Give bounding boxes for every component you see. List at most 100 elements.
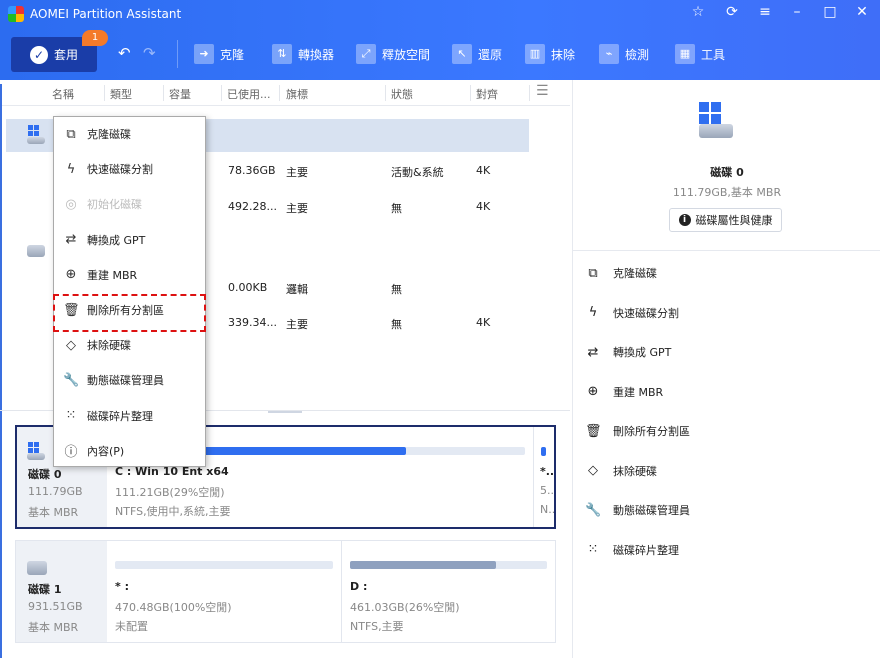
- usage-bar: [541, 447, 546, 456]
- splitter-handle[interactable]: [268, 411, 302, 413]
- partition-label[interactable]: *...: [540, 465, 554, 478]
- col-type[interactable]: 類型: [110, 86, 132, 102]
- disk-detail-panel: 磁碟 0 111.79GB,基本 MBR i 磁碟屬性與健康 ⧉ 克隆磁碟 ϟ 快速磁碟…: [572, 80, 880, 658]
- lightning-icon: ϟ: [66, 161, 76, 177]
- menu-item-label: 磁碟碎片整理: [87, 409, 153, 423]
- context-menu: ⧉ 克隆磁碟 ϟ 快速磁碟分割 ◎ 初始化磁碟 ⇄ 轉換成 GPT ⊕ 重建 MBR 🗑 刪除所有分割…: [53, 116, 206, 467]
- menu-item-convert-gpt[interactable]: ⇄ 轉換成 GPT: [54, 225, 205, 255]
- col-flag[interactable]: 旗標: [286, 86, 308, 102]
- menu-item-wipe-disk[interactable]: ◇ 抹除硬碟: [54, 330, 205, 360]
- col-capacity[interactable]: 容量: [169, 86, 191, 102]
- restore-icon: ↖: [452, 44, 472, 64]
- refresh-icon[interactable]: ⟳: [720, 4, 744, 20]
- windows-disk-icon: [28, 125, 39, 136]
- rebuild-icon: ⊕: [587, 384, 599, 399]
- cell-status: 無: [391, 202, 402, 215]
- action-wipe-disk[interactable]: ◇ 抹除硬碟: [585, 463, 657, 479]
- properties-label: 磁碟屬性與健康: [695, 214, 773, 227]
- partition-size: 461.03GB(26%空閒): [350, 601, 460, 614]
- menu-item-label: 動態磁碟管理員: [87, 374, 164, 388]
- info-icon: ⓘ: [64, 445, 78, 461]
- redo-button[interactable]: ↷: [143, 44, 156, 62]
- tools-button[interactable]: ▦ 工具: [675, 44, 725, 64]
- partition-unallocated[interactable]: * : 470.48GB(100%空閒) 未配置: [107, 541, 341, 642]
- action-convert-gpt[interactable]: ⇄ 轉換成 GPT: [585, 344, 672, 360]
- swap-icon: ⇄: [65, 232, 77, 248]
- window-title: AOMEI Partition Assistant: [30, 7, 182, 21]
- cell-status: 活動&系統: [391, 166, 444, 179]
- wipe-icon: ▥: [525, 44, 545, 64]
- menu-item-rebuild-mbr[interactable]: ⊕ 重建 MBR: [54, 260, 205, 290]
- cell-status: 無: [391, 283, 402, 296]
- rebuild-icon: ⊕: [65, 267, 77, 283]
- action-dynamic-disk-manager[interactable]: 🔧 動態磁碟管理員: [585, 502, 690, 518]
- tools-icon: ▦: [675, 44, 695, 64]
- partition-info: NTFS,主要: [350, 620, 404, 633]
- trash-icon: 🗑: [585, 423, 602, 439]
- action-label: 刪除所有分割區: [613, 425, 690, 438]
- disk-name: 磁碟 1: [28, 583, 62, 596]
- clone-icon: ➜: [194, 44, 214, 64]
- action-label: 動態磁碟管理員: [613, 504, 690, 517]
- partition-label: D :: [350, 580, 368, 593]
- restore-label: 還原: [478, 47, 503, 62]
- partition-info: NTFS,使用中,系統,主要: [115, 505, 231, 518]
- action-label: 磁碟碎片整理: [613, 543, 679, 557]
- menu-icon[interactable]: ≡: [753, 4, 777, 20]
- tools-label: 工具: [701, 47, 726, 62]
- menu-item-disk-defrag[interactable]: ⁙ 磁碟碎片整理: [54, 401, 205, 431]
- partition-info: N...: [540, 503, 554, 516]
- menu-item-label: 內容(P): [87, 444, 125, 458]
- pending-count-badge: 1: [82, 30, 108, 46]
- partition-size: 5...: [540, 484, 554, 497]
- column-settings-icon[interactable]: ☰: [536, 83, 549, 99]
- action-rebuild-mbr[interactable]: ⊕ 重建 MBR: [585, 384, 664, 400]
- action-disk-defrag[interactable]: ⁙ 磁碟碎片整理: [585, 542, 679, 558]
- menu-item-properties[interactable]: ⓘ 內容(P): [54, 436, 205, 466]
- maximize-button[interactable]: □: [818, 4, 842, 20]
- partition-size: 470.48GB(100%空閒): [115, 601, 232, 614]
- cell-type: 邏輯: [286, 283, 308, 296]
- cell-align: 4K: [476, 200, 491, 213]
- free-space-button[interactable]: ⤢ 釋放空間: [356, 44, 430, 64]
- undo-button[interactable]: ↶: [118, 44, 131, 62]
- restore-button[interactable]: ↖ 還原: [452, 44, 502, 64]
- menu-item-label: 轉換成 GPT: [87, 233, 146, 247]
- menu-item-clone-disk[interactable]: ⧉ 克隆磁碟: [54, 119, 205, 149]
- partition-d[interactable]: D : 461.03GB(26%空閒) NTFS,主要: [342, 541, 555, 642]
- disk-icon: [27, 453, 45, 460]
- clone-button[interactable]: ➜ 克隆: [194, 44, 244, 64]
- clone-icon: ⧉: [66, 126, 76, 142]
- windows-disk-icon: [28, 442, 39, 453]
- col-align[interactable]: 對齊: [476, 86, 498, 102]
- col-name[interactable]: 名稱: [52, 86, 74, 102]
- action-label: 重建 MBR: [613, 385, 664, 399]
- minimize-button[interactable]: –: [785, 4, 809, 20]
- partition-label: * :: [115, 580, 129, 593]
- cell-align: 4K: [476, 316, 491, 329]
- close-button[interactable]: ✕: [850, 4, 874, 20]
- action-quick-partition[interactable]: ϟ 快速磁碟分割: [585, 305, 679, 321]
- test-button[interactable]: ⌁ 檢測: [599, 44, 649, 64]
- test-label: 檢測: [625, 47, 650, 62]
- menu-item-quick-partition[interactable]: ϟ 快速磁碟分割: [54, 154, 205, 184]
- test-icon: ⌁: [599, 44, 619, 64]
- cell-used: 78.36GB: [228, 164, 276, 177]
- clone-label: 克隆: [220, 47, 245, 62]
- star-icon[interactable]: ☆: [686, 4, 710, 20]
- action-delete-all-partitions[interactable]: 🗑 刪除所有分割區: [585, 423, 690, 439]
- col-used[interactable]: 已使用...: [227, 86, 271, 102]
- action-label: 快速磁碟分割: [613, 306, 679, 320]
- converter-button[interactable]: ⇅ 轉換器: [272, 44, 334, 64]
- action-clone-disk[interactable]: ⧉ 克隆磁碟: [585, 265, 657, 281]
- wrench-icon: 🔧: [63, 372, 80, 388]
- wipe-button[interactable]: ▥ 抹除: [525, 44, 575, 64]
- eraser-icon: ◇: [66, 337, 76, 353]
- disk-size: 111.79GB: [28, 485, 83, 498]
- menu-item-dynamic-disk-manager[interactable]: 🔧 動態磁碟管理員: [54, 365, 205, 395]
- col-status[interactable]: 狀態: [391, 86, 413, 102]
- wrench-icon: 🔧: [585, 502, 602, 518]
- disk-properties-button[interactable]: i 磁碟屬性與健康: [669, 208, 782, 232]
- convert-icon: ⇅: [272, 44, 292, 64]
- free-space-label: 釋放空間: [382, 47, 431, 62]
